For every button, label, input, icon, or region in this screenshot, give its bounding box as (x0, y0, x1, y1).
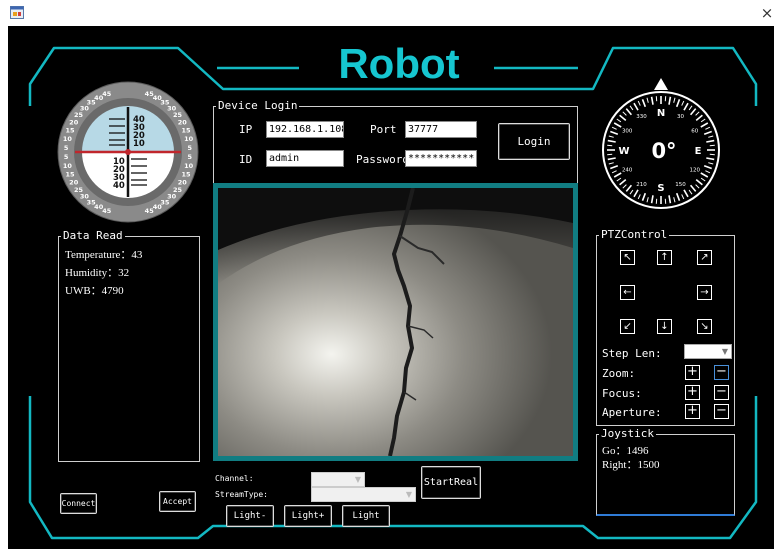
roll-scale-label: 5 (188, 144, 193, 152)
start-real-button[interactable]: StartReal (421, 466, 481, 499)
roll-scale-label: 10 (184, 135, 194, 143)
compass-south-label: S (657, 183, 664, 194)
compass-heading-readout: 0° (651, 139, 676, 163)
roll-scale-label: 10 (63, 162, 73, 170)
title-bar: × (0, 0, 782, 26)
light-minus-button[interactable]: Light- (226, 505, 274, 527)
chevron-down-icon: ▼ (354, 475, 362, 484)
roll-scale-label: 5 (188, 153, 193, 161)
id-label: ID (239, 153, 253, 166)
roll-scale-label: 45 (145, 207, 155, 215)
compass-degree-label: 30 (677, 114, 684, 120)
step-len-label: Step Len: (602, 347, 662, 360)
compass-west-label: W (618, 146, 629, 157)
channel-label: Channel: (215, 474, 254, 483)
pitch-tick-label: 40 (113, 181, 125, 191)
login-button[interactable]: Login (498, 123, 570, 160)
stream-type-select[interactable]: ▼ (311, 487, 416, 502)
device-login-legend: Device Login (218, 99, 298, 112)
roll-scale-label: 15 (65, 170, 75, 178)
port-input[interactable]: 37777 (405, 121, 477, 138)
joystick-group: Joystick (596, 428, 735, 516)
ptz-down-left-button[interactable]: ↙ (620, 319, 635, 334)
channel-select[interactable]: ▼ (311, 472, 365, 487)
ptz-down-button[interactable]: ↓ (657, 319, 672, 334)
humidity-readout: Humidity：32 (65, 267, 130, 279)
camera-image (218, 188, 573, 456)
joystick-go-readout: Go：1496 (602, 445, 649, 457)
ptz-left-button[interactable]: ← (620, 285, 635, 300)
roll-scale-label: 15 (65, 127, 75, 135)
ptz-right-button[interactable]: → (697, 285, 712, 300)
data-read-legend: Data Read (63, 229, 123, 242)
zoom-out-button[interactable]: − (714, 365, 729, 380)
compass-degree-label: 240 (622, 168, 633, 174)
roll-scale-label: 10 (63, 135, 73, 143)
compass-degree-label: 300 (622, 129, 633, 135)
aperture-label: Aperture: (602, 406, 662, 419)
data-read-group: Data Read (58, 230, 200, 462)
ptz-down-right-button[interactable]: ↘ (697, 319, 712, 334)
step-len-select[interactable]: ▼ (684, 344, 732, 359)
roll-scale-label: 45 (102, 207, 112, 215)
aperture-minus-button[interactable]: − (714, 404, 729, 419)
focus-plus-button[interactable]: + (685, 385, 700, 400)
compass-degree-label: 210 (636, 182, 647, 188)
zoom-in-button[interactable]: + (685, 365, 700, 380)
roll-scale-label: 10 (184, 162, 194, 170)
roll-scale-label: 20 (178, 119, 188, 127)
compass-degree-label: 330 (636, 114, 647, 120)
roll-scale-label: 20 (69, 119, 79, 127)
chevron-down-icon: ▼ (405, 490, 413, 499)
video-feed[interactable] (213, 183, 578, 461)
roll-scale-label: 40 (153, 203, 163, 211)
ip-input[interactable]: 192.168.1.108 (266, 121, 344, 138)
close-button[interactable]: × (758, 4, 776, 22)
temperature-readout: Temperature：43 (65, 249, 143, 261)
compass-degree-label: 150 (675, 182, 686, 188)
password-label: Password (356, 153, 409, 166)
attitude-indicator: 40 30 20 10 10 20 30 40 4540353025201510… (57, 81, 199, 223)
roll-scale-label: 5 (64, 144, 69, 152)
ip-label: IP (239, 123, 253, 136)
roll-scale-label: 15 (181, 170, 191, 178)
port-label: Port (370, 123, 397, 136)
compass-north-label: N (657, 108, 665, 119)
roll-scale-label: 15 (181, 127, 191, 135)
window-icon (10, 6, 24, 19)
pitch-tick-label: 10 (133, 139, 145, 149)
roll-scale-label: 45 (102, 90, 112, 98)
compass: N E S W 0° 30 60 120 150 210 240 300 330 (602, 78, 720, 209)
ptz-up-button[interactable]: ↑ (657, 250, 672, 265)
connect-button[interactable]: Connect (60, 493, 97, 514)
focus-label: Focus: (602, 387, 642, 400)
compass-degree-label: 60 (691, 129, 698, 135)
ptz-control-legend: PTZControl (601, 228, 668, 241)
compass-east-label: E (695, 146, 702, 157)
stream-type-label: StreamType: (215, 490, 268, 499)
light-button[interactable]: Light (342, 505, 390, 527)
aperture-plus-button[interactable]: + (685, 404, 700, 419)
compass-degree-label: 120 (690, 168, 701, 174)
chevron-down-icon: ▼ (721, 347, 729, 356)
joystick-right-readout: Right：1500 (602, 459, 660, 471)
ptz-up-left-button[interactable]: ↖ (620, 250, 635, 265)
app-title: Robot (338, 40, 460, 87)
password-input[interactable]: *********** (405, 150, 477, 167)
zoom-label: Zoom: (602, 367, 636, 380)
compass-pointer-icon (654, 78, 668, 90)
robot-main-panel: Robot 40 30 20 10 10 20 30 40 45 40 35 30 25… (8, 26, 774, 549)
accept-button[interactable]: Accept (159, 491, 196, 512)
roll-scale-label: 5 (64, 153, 69, 161)
focus-minus-button[interactable]: − (714, 385, 729, 400)
ptz-up-right-button[interactable]: ↗ (697, 250, 712, 265)
light-plus-button[interactable]: Light+ (284, 505, 332, 527)
joystick-legend: Joystick (601, 427, 654, 440)
uwb-readout: UWB：4790 (65, 285, 124, 297)
id-input[interactable]: admin (266, 150, 344, 167)
